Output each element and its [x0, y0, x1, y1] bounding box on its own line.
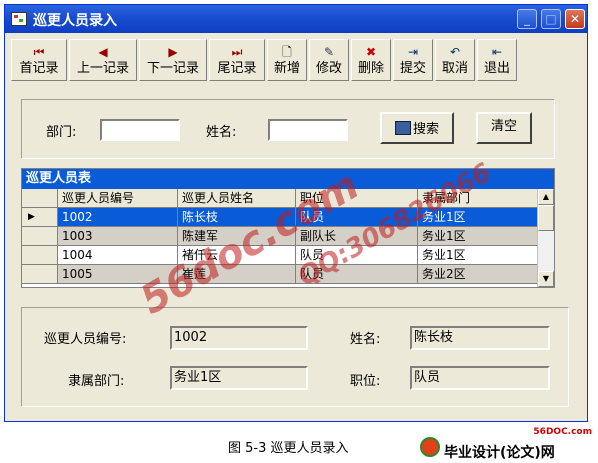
table-cell[interactable]: 务业1区 [418, 208, 538, 227]
footer-site-text: 56DOC.com [533, 427, 592, 437]
minimize-button[interactable]: _ [517, 9, 537, 29]
toolbar: ⏮ 首记录 ◀ 上一记录 ▶ 下一记录 ⏭ 尾记录 🗋 新增 ✎ 修改 ✖ 删除… [11, 39, 581, 83]
next-record-button[interactable]: ▶ 下一记录 [139, 39, 207, 81]
staff-name-label: 姓名: [350, 332, 381, 347]
exit-label: 退出 [483, 61, 510, 76]
table-cell[interactable]: 副队长 [296, 227, 418, 246]
last-record-label: 尾记录 [217, 61, 257, 76]
row-indicator[interactable] [22, 265, 58, 284]
cancel-icon: ↶ [449, 45, 461, 59]
column-header[interactable]: 巡更人员编号 [58, 189, 178, 208]
figure-caption: 图 5-3 巡更人员录入 [228, 441, 349, 456]
department-input[interactable] [100, 119, 180, 141]
column-header[interactable]: 巡更人员姓名 [178, 189, 296, 208]
table-cell[interactable]: 队员 [296, 265, 418, 284]
first-record-button[interactable]: ⏮ 首记录 [11, 39, 67, 81]
scroll-up-arrow-icon[interactable]: ▲ [538, 189, 554, 205]
department-label: 部门: [46, 125, 77, 140]
detail-panel: 巡更人员编号: 1002 姓名: 陈长枝 隶属部门: 务业1区 职位: 队员 [21, 307, 569, 407]
title-bar[interactable]: 巡更人员录入 _ □ ✕ [5, 5, 587, 33]
table-cell[interactable]: 务业2区 [418, 265, 538, 284]
edit-label: 修改 [315, 61, 342, 76]
table-cell[interactable]: 务业1区 [418, 246, 538, 265]
delete-button[interactable]: ✖ 删除 [351, 39, 391, 81]
position-label: 职位: [350, 374, 381, 389]
staff-id-field[interactable]: 1002 [170, 326, 308, 350]
edit-button[interactable]: ✎ 修改 [309, 39, 349, 81]
table-cell[interactable]: 务业1区 [418, 227, 538, 246]
footer-brand: 毕业设计(论文)网 [444, 445, 555, 461]
search-button-label: 搜索 [412, 122, 439, 137]
staff-id-label: 巡更人员编号: [44, 332, 127, 347]
exit-button[interactable]: ⇤ 退出 [477, 39, 517, 81]
footer-logo-icon [420, 437, 440, 457]
table-cell[interactable]: 1005 [58, 265, 178, 284]
table-cell[interactable]: 1004 [58, 246, 178, 265]
department-field[interactable]: 务业1区 [170, 366, 308, 390]
table-cell[interactable]: 队员 [296, 246, 418, 265]
staff-name-field[interactable]: 陈长枝 [410, 326, 550, 350]
name-input[interactable] [268, 119, 348, 141]
table-cell[interactable]: 队员 [296, 208, 418, 227]
new-button[interactable]: 🗋 新增 [267, 39, 307, 81]
last-record-icon: ⏭ [231, 45, 243, 59]
maximize-button[interactable]: □ [541, 9, 561, 29]
close-button[interactable]: ✕ [565, 9, 585, 29]
search-panel: 部门: 姓名: 搜索 清空 [21, 99, 555, 159]
prev-record-label: 上一记录 [76, 61, 129, 76]
first-record-label: 首记录 [19, 61, 59, 76]
app-window: 巡更人员录入 _ □ ✕ ⏮ 首记录 ◀ 上一记录 ▶ 下一记录 ⏭ 尾记录 🗋… [4, 4, 588, 422]
next-record-icon: ▶ [168, 45, 178, 59]
row-indicator[interactable]: ▶ [22, 208, 58, 227]
table-cell[interactable]: 褚仟云 [178, 246, 296, 265]
first-record-icon: ⏮ [33, 45, 45, 59]
last-record-button[interactable]: ⏭ 尾记录 [209, 39, 265, 81]
exit-icon: ⇤ [491, 45, 503, 59]
scroll-thumb[interactable] [538, 205, 554, 231]
new-label: 新增 [273, 61, 300, 76]
submit-label: 提交 [399, 61, 426, 76]
window-title: 巡更人员录入 [33, 13, 117, 29]
table-cell[interactable]: 陈建军 [178, 227, 296, 246]
staff-grid: 巡更人员表 巡更人员编号 巡更人员姓名 职位 隶属部门 ▶ 1002 陈长枝 队… [21, 168, 555, 288]
table-cell[interactable]: 1003 [58, 227, 178, 246]
scroll-down-arrow-icon[interactable]: ▼ [538, 271, 554, 287]
position-field[interactable]: 队员 [410, 366, 550, 390]
header-indicator [22, 189, 58, 208]
table-cell[interactable]: 崔莲 [178, 265, 296, 284]
vertical-scrollbar[interactable]: ▲ ▼ [537, 189, 554, 287]
column-header[interactable]: 隶属部门 [418, 189, 538, 208]
name-label: 姓名: [206, 125, 237, 140]
column-header[interactable]: 职位 [296, 189, 418, 208]
row-indicator[interactable] [22, 246, 58, 265]
submit-button[interactable]: ⇥ 提交 [393, 39, 433, 81]
table-cell[interactable]: 1002 [58, 208, 178, 227]
edit-icon: ✎ [323, 45, 335, 59]
prev-record-button[interactable]: ◀ 上一记录 [69, 39, 137, 81]
search-icon [394, 121, 411, 135]
row-indicator[interactable] [22, 227, 58, 246]
prev-record-icon: ◀ [98, 45, 108, 59]
department-label: 隶属部门: [68, 374, 125, 389]
search-button[interactable]: 搜索 [380, 112, 454, 144]
app-icon [11, 12, 27, 26]
table-cell[interactable]: 陈长枝 [178, 208, 296, 227]
grid-caption: 巡更人员表 [22, 169, 554, 189]
clear-button[interactable]: 清空 [476, 112, 532, 144]
submit-icon: ⇥ [407, 45, 419, 59]
new-document-icon: 🗋 [282, 45, 292, 59]
cancel-label: 取消 [441, 61, 468, 76]
delete-icon: ✖ [365, 45, 377, 59]
next-record-label: 下一记录 [146, 61, 199, 76]
delete-label: 删除 [357, 61, 384, 76]
cancel-button[interactable]: ↶ 取消 [435, 39, 475, 81]
